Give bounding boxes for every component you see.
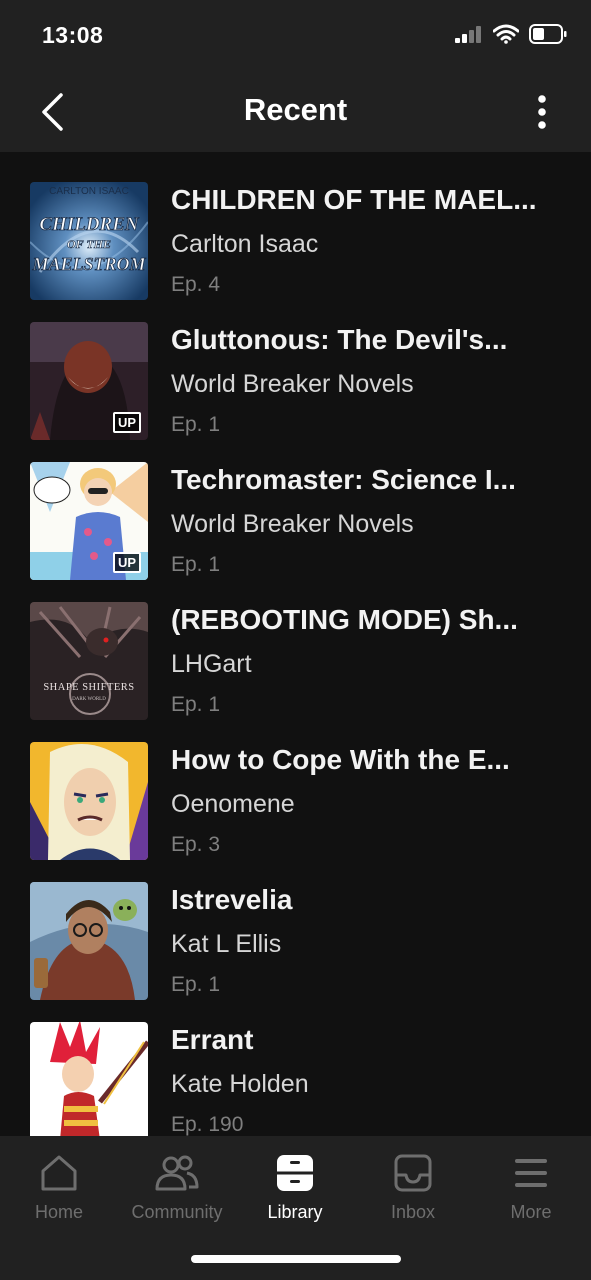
vertical-dots-icon (538, 95, 546, 129)
tab-label: Inbox (390, 1202, 436, 1222)
home-icon (41, 1155, 77, 1191)
status-time: 13:08 (42, 22, 104, 48)
list-item[interactable]: UP Gluttonous: The Devil's... World Brea… (0, 292, 591, 440)
tab-label: Community (131, 1202, 223, 1222)
cover-image (30, 882, 148, 1000)
recent-list: CARLTON ISAAC CHILDREN OF THE MAELSTROM … (0, 152, 591, 1136)
series-author: World Breaker Novels (171, 510, 414, 538)
tab-more[interactable]: More (472, 1150, 590, 1240)
series-title: Gluttonous: The Devil's... (171, 324, 508, 355)
cover-title-line-3: MAELSTROM (31, 254, 146, 274)
series-title: Istrevelia (171, 884, 293, 915)
series-title: How to Cope With the E... (171, 744, 510, 775)
cover-title-text: SHAPE SHIFTERS (43, 682, 134, 693)
tab-label: Library (267, 1202, 323, 1222)
list-item[interactable]: UP Techromaster: Science I... World Brea… (0, 432, 591, 580)
list-item[interactable]: SHAPE SHIFTERS DARK WORLD (REBOOTING MOD… (0, 572, 591, 720)
series-author: Carlton Isaac (171, 230, 319, 258)
tab-home[interactable]: Home (0, 1150, 118, 1240)
cover-subtitle-text: DARK WORLD (72, 697, 106, 702)
list-item[interactable]: CARLTON ISAAC CHILDREN OF THE MAELSTROM … (0, 152, 591, 300)
inbox-icon (394, 1154, 432, 1192)
cover-image: UP (30, 462, 148, 580)
series-title: CHILDREN OF THE MAEL... (171, 184, 537, 215)
header: Recent (0, 72, 591, 152)
cover-image: CARLTON ISAAC CHILDREN OF THE MAELSTROM (30, 182, 148, 300)
status-icons (455, 24, 567, 44)
episode-label: Ep. 190 (171, 1113, 244, 1136)
list-item[interactable]: How to Cope With the E... Oenomene Ep. 3 (0, 712, 591, 860)
update-badge: UP (112, 552, 141, 573)
series-author: Kate Holden (171, 1070, 309, 1098)
menu-icon (515, 1159, 547, 1187)
cover-title-line-2: OF THE (67, 237, 111, 251)
series-author: Oenomene (171, 790, 295, 818)
series-title: Errant (171, 1024, 254, 1055)
tab-label: More (510, 1202, 552, 1222)
cover-image: SHAPE SHIFTERS DARK WORLD (30, 602, 148, 720)
cover-image: UP (30, 322, 148, 440)
wifi-icon (493, 24, 519, 44)
library-icon (277, 1155, 313, 1191)
cover-image (30, 742, 148, 860)
series-author: Kat L Ellis (171, 930, 282, 958)
list-item[interactable]: Istrevelia Kat L Ellis Ep. 1 (0, 852, 591, 1000)
tab-inbox[interactable]: Inbox (354, 1150, 472, 1240)
status-bar: 13:08 (0, 0, 591, 72)
more-options-button[interactable] (527, 92, 557, 132)
series-title: (REBOOTING MODE) Sh... (171, 604, 518, 635)
tab-library[interactable]: Library (236, 1150, 354, 1240)
tab-label: Home (34, 1202, 83, 1222)
cover-image (30, 1022, 148, 1136)
update-badge: UP (112, 412, 141, 433)
home-indicator[interactable] (191, 1255, 401, 1263)
tab-community[interactable]: Community (118, 1150, 236, 1240)
cover-author-text: CARLTON ISAAC (49, 186, 129, 197)
series-title: Techromaster: Science I... (171, 464, 516, 495)
series-author: World Breaker Novels (171, 370, 414, 398)
cover-title-line-1: CHILDREN (39, 214, 140, 235)
battery-icon (529, 24, 567, 44)
page-title: Recent (243, 92, 348, 127)
community-icon (155, 1155, 199, 1191)
signal-icon (455, 26, 481, 43)
series-author: LHGart (171, 650, 252, 678)
list-item[interactable]: Errant Kate Holden Ep. 190 (0, 992, 591, 1136)
